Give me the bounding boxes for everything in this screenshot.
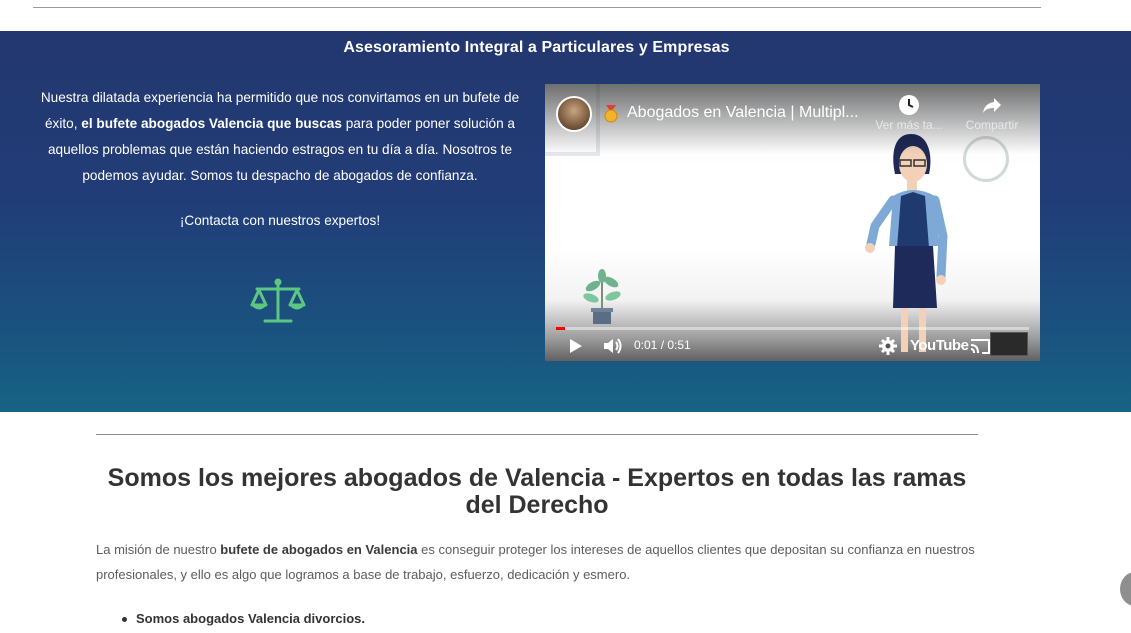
share-button[interactable]: Compartir xyxy=(957,94,1027,132)
hero-title: Asesoramiento Integral a Particulares y … xyxy=(343,39,730,56)
watch-later-label: Ver más ta... xyxy=(875,118,943,132)
hero-text-bold: el bufete abogados Valencia que buscas xyxy=(81,116,342,131)
video-title-link[interactable]: Abogados en Valencia | Multipl... xyxy=(627,104,859,122)
list-item: Somos abogados Valencia divorcios. xyxy=(120,611,365,626)
section-title: Somos los mejores abogados de Valencia -… xyxy=(107,464,967,519)
plant-illustration xyxy=(583,269,621,324)
youtube-logo[interactable]: YouTube xyxy=(910,337,969,354)
watch-later-button[interactable]: Ver más ta... xyxy=(874,94,944,132)
services-list: Somos abogados Valencia divorcios. xyxy=(120,611,365,626)
top-divider xyxy=(33,7,1041,8)
medal-icon xyxy=(604,105,618,123)
channel-watermark[interactable] xyxy=(990,332,1028,356)
volume-icon[interactable] xyxy=(602,336,624,356)
clock-icon xyxy=(899,95,919,115)
section-description: La misión de nuestro bufete de abogados … xyxy=(96,537,976,587)
settings-gear-icon[interactable] xyxy=(879,336,897,356)
section-text-bold: bufete de abogados en Valencia xyxy=(220,542,418,557)
hero-cta-text: ¡Contacta con nuestros expertos! xyxy=(179,213,381,228)
scales-of-justice-icon xyxy=(250,278,306,323)
play-icon[interactable] xyxy=(567,336,585,356)
channel-avatar[interactable] xyxy=(556,96,592,132)
video-time: 0:01 / 0:51 xyxy=(634,338,691,352)
share-label: Compartir xyxy=(965,118,1019,132)
section-divider xyxy=(96,434,978,435)
hero-description: Nuestra dilatada experiencia ha permitid… xyxy=(30,85,530,189)
share-icon xyxy=(983,98,1001,113)
video-progress-fill xyxy=(556,327,566,330)
scroll-to-top-button[interactable] xyxy=(1120,572,1131,606)
youtube-video-player[interactable]: Abogados en Valencia | Multipl... Ver má… xyxy=(545,84,1040,361)
cast-icon[interactable] xyxy=(969,336,991,356)
lawyer-cartoon-illustration xyxy=(865,134,948,352)
hero-section: Asesoramiento Integral a Particulares y … xyxy=(0,31,1131,412)
section-text-part1: La misión de nuestro xyxy=(96,542,221,557)
video-progress-bar[interactable] xyxy=(556,327,1029,330)
